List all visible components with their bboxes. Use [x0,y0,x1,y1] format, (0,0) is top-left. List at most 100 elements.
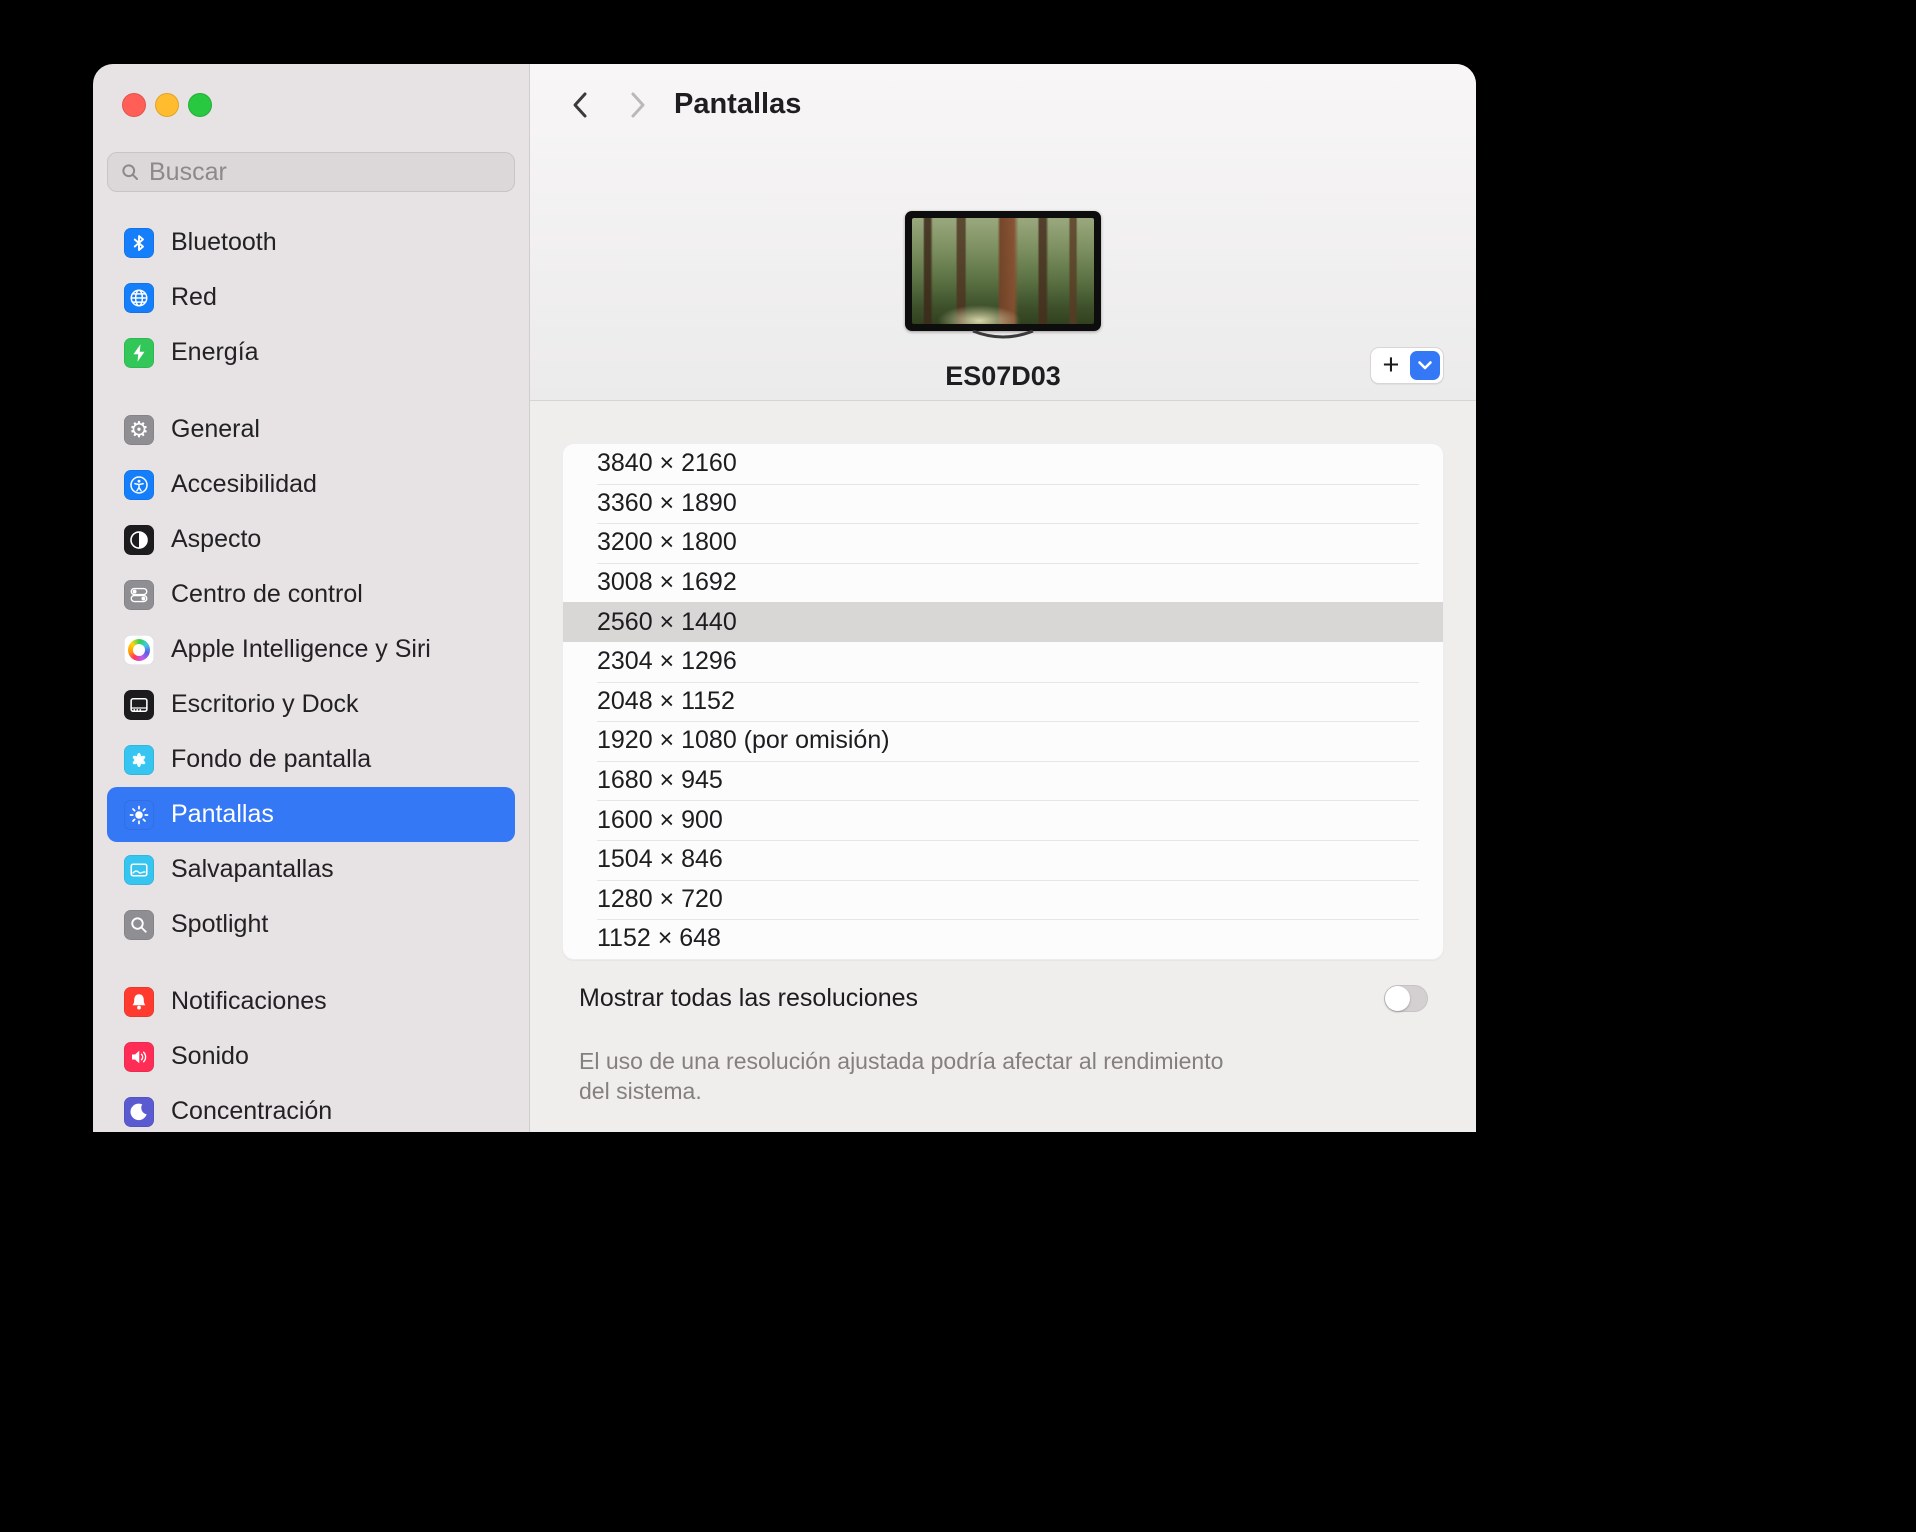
sidebar-item-accesibilidad[interactable]: Accesibilidad [107,457,515,512]
resolution-label: 3360 × 1890 [597,488,737,517]
sidebar-nav: Bluetooth Red Energía ⚙ General Accesibilidad… [107,215,515,1132]
resolution-label: 2304 × 1296 [597,647,737,676]
resolution-label: 1680 × 945 [597,766,723,795]
sidebar-item-centro-de-control[interactable]: Centro de control [107,567,515,622]
sidebar-item-label: General [171,415,260,443]
screensaver-icon [124,854,154,885]
plus-icon: + [1382,349,1400,381]
sidebar-item-label: Fondo de pantalla [171,745,372,773]
show-all-resolutions-label: Mostrar todas las resoluciones [579,983,919,1012]
sidebar-item-label: Aspecto [171,525,262,553]
resolution-option[interactable]: 2048 × 1152 [563,681,1443,722]
chevron-down-icon [1418,361,1432,370]
main-panel: Pantallas ES07D03 + 3840 × 2160 3360 × 1… [530,64,1476,1132]
bell-icon [124,986,154,1017]
display-wallpaper [912,218,1094,324]
sidebar-item-aspecto[interactable]: Aspecto [107,512,515,567]
resolution-label: 1280 × 720 [597,884,723,913]
search-input[interactable] [149,157,502,187]
resolution-footnote: El uso de una resolución ajustada podría… [579,1046,1444,1106]
resolution-label: 1600 × 900 [597,805,723,834]
resolution-option[interactable]: 2304 × 1296 [563,642,1443,682]
resolution-label: 1152 × 648 [597,924,721,953]
sidebar-item-label: Red [171,283,217,311]
add-display-control: + [1370,347,1444,384]
sidebar-item-label: Accesibilidad [171,470,317,498]
control-center-icon [124,579,154,610]
gear-icon: ⚙ [124,414,154,445]
dock-icon [124,689,154,720]
resolution-option[interactable]: 1680 × 945 [563,760,1443,801]
show-all-resolutions-row: Mostrar todas las resoluciones [579,984,1428,1013]
forward-button[interactable] [624,90,652,120]
sidebar-item-bluetooth[interactable]: Bluetooth [107,215,515,270]
spotlight-icon [124,909,154,940]
resolution-option[interactable]: 1152 × 648 [563,919,1443,959]
resolution-label: 1920 × 1080 (por omisión) [597,726,890,755]
globe-icon [124,282,154,313]
search-field[interactable] [107,152,515,192]
accessibility-icon [124,469,154,500]
sidebar-item-concentracion[interactable]: Concentración [107,1084,515,1132]
resolution-option[interactable]: 3360 × 1890 [563,483,1443,524]
resolution-option[interactable]: 3840 × 2160 [563,444,1443,484]
resolution-option[interactable]: 1280 × 720 [563,879,1443,920]
sidebar-item-label: Notificaciones [171,987,327,1015]
resolution-label: 3840 × 2160 [597,449,737,478]
resolution-option[interactable]: 2560 × 1440 [563,602,1443,642]
resolution-option[interactable]: 1600 × 900 [563,800,1443,840]
sidebar-item-general[interactable]: ⚙ General [107,402,515,457]
sidebar-item-label: Salvapantallas [171,855,334,883]
sidebar-item-escritorio-y-dock[interactable]: Escritorio y Dock [107,677,515,732]
show-all-resolutions-toggle[interactable] [1384,984,1428,1012]
chevron-left-icon [573,92,587,118]
display-preview[interactable]: ES07D03 [905,211,1101,392]
sidebar-item-energia[interactable]: Energía [107,325,515,380]
search-icon [122,164,138,180]
display-stand [905,329,1101,347]
display-options-button[interactable] [1410,351,1440,380]
sidebar-item-salvapantallas[interactable]: Salvapantallas [107,842,515,897]
sidebar-item-sonido[interactable]: Sonido [107,1029,515,1084]
sidebar-item-fondo-de-pantalla[interactable]: Fondo de pantalla [107,732,515,787]
resolution-option[interactable]: 3200 × 1800 [563,523,1443,563]
resolution-label: 2048 × 1152 [597,686,735,715]
footnote-line-2: del sistema. [579,1077,702,1104]
page-title: Pantallas [674,88,802,120]
sidebar-item-apple-intelligence-y-siri[interactable]: Apple Intelligence y Siri [107,622,515,677]
sidebar-item-label: Apple Intelligence y Siri [171,635,431,663]
display-preview-section: Pantallas ES07D03 + [530,64,1476,401]
resolution-option[interactable]: 3008 × 1692 [563,562,1443,603]
history-nav [566,90,652,120]
sidebar-item-label: Spotlight [171,910,269,938]
sidebar-item-notificaciones[interactable]: Notificaciones [107,974,515,1029]
siri-icon [124,634,154,665]
chevron-right-icon [631,92,645,118]
resolution-label: 3200 × 1800 [597,528,737,557]
bluetooth-icon [124,227,154,258]
minimize-button[interactable] [155,93,179,117]
sidebar-item-label: Energía [171,338,259,366]
sidebar-item-label: Pantallas [171,800,274,828]
brightness-icon [124,799,154,830]
footnote-line-1: El uso de una resolución ajustada podría… [579,1047,1224,1074]
resolution-option[interactable]: 1504 × 846 [563,839,1443,880]
sidebar-item-red[interactable]: Red [107,270,515,325]
display-frame [905,211,1101,331]
resolution-list: 3840 × 2160 3360 × 1890 3200 × 1800 3008 × … [563,444,1443,959]
resolution-label: 1504 × 846 [597,845,723,874]
resolution-option[interactable]: 1920 × 1080 (por omisión) [563,721,1443,761]
close-button[interactable] [122,93,146,117]
add-display-button[interactable]: + [1371,348,1411,383]
resolution-section: 3840 × 2160 3360 × 1890 3200 × 1800 3008 × … [530,401,1476,1106]
zoom-button[interactable] [188,93,212,117]
sidebar-item-label: Concentración [171,1097,333,1125]
toggle-knob [1385,985,1410,1011]
bolt-icon [124,337,154,368]
sidebar-item-pantallas[interactable]: Pantallas [107,787,515,842]
sidebar-item-label: Escritorio y Dock [171,690,359,718]
back-button[interactable] [566,90,594,120]
display-name: ES07D03 [945,361,1061,391]
sidebar-item-spotlight[interactable]: Spotlight [107,897,515,952]
settings-window: Bluetooth Red Energía ⚙ General Accesibilidad… [93,64,1476,1132]
